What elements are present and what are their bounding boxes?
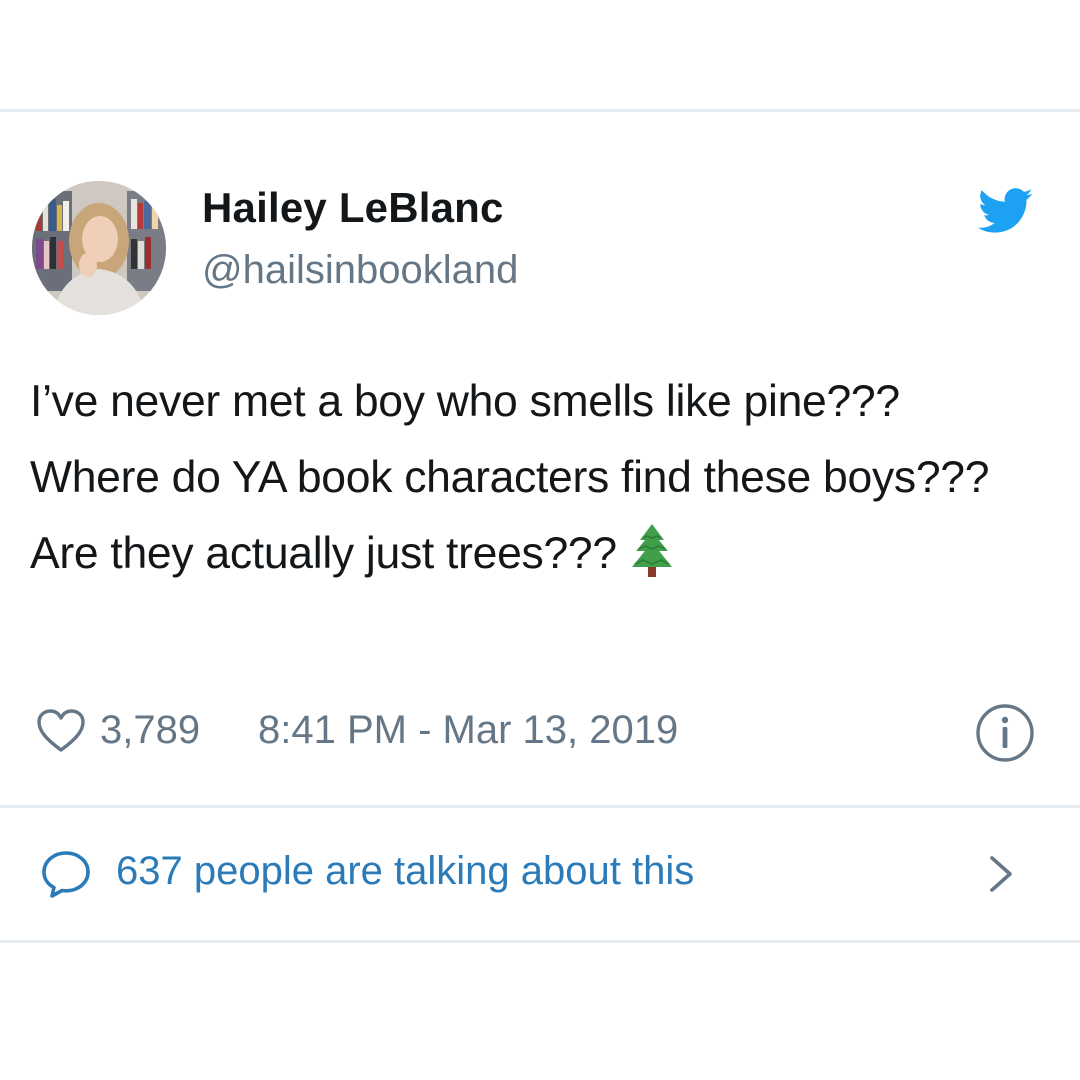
tweet-text-content: I’ve never met a boy who smells like pin… <box>30 377 990 578</box>
conversation-count-label[interactable]: 637 people are talking about this <box>116 849 694 894</box>
top-divider <box>0 109 1080 112</box>
info-icon[interactable] <box>974 702 1036 764</box>
tweet-text: I’ve never met a boy who smells like pin… <box>30 364 1040 592</box>
chevron-right-icon[interactable] <box>986 853 1016 895</box>
author-display-name[interactable]: Hailey LeBlanc <box>202 184 504 232</box>
tweet-timestamp[interactable]: 8:41 PM - Mar 13, 2019 <box>258 708 678 753</box>
conversation-link[interactable]: 637 people are talking about this <box>40 843 1030 905</box>
heart-icon[interactable] <box>36 708 86 754</box>
avatar[interactable] <box>32 181 166 315</box>
bottom-divider <box>0 940 1080 943</box>
tweet-meta-row: 3,789 8:41 PM - Mar 13, 2019 <box>36 702 1046 762</box>
author-handle[interactable]: @hailsinbookland <box>202 248 518 293</box>
like-count: 3,789 <box>100 708 201 752</box>
evergreen-tree-icon <box>629 522 675 578</box>
speech-bubble-icon <box>40 849 92 899</box>
middle-divider <box>0 805 1080 808</box>
twitter-bird-icon[interactable] <box>977 188 1034 234</box>
